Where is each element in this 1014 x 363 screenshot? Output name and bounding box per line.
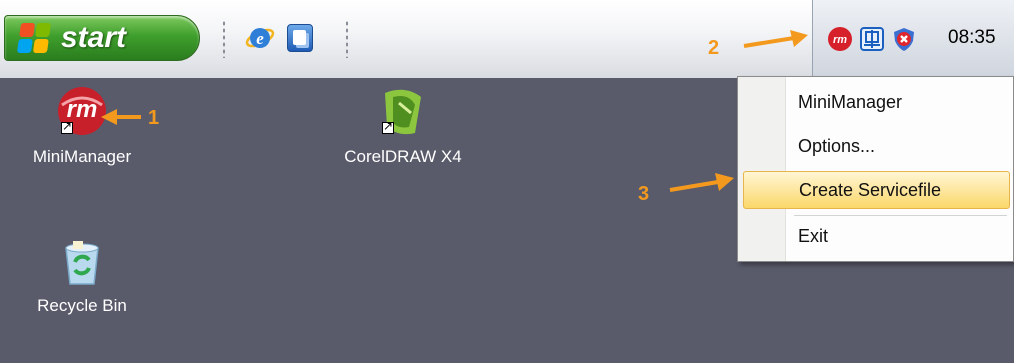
annotation-number-1: 1 [148, 107, 160, 129]
menu-separator [794, 215, 1007, 216]
shortcut-arrow-icon [61, 119, 73, 134]
svg-text:e: e [256, 29, 264, 48]
windows-logo-icon [16, 23, 52, 53]
desktop-icon-label: MiniManager [32, 147, 132, 166]
annotation-number-3: 3 [638, 183, 650, 205]
network-icon[interactable] [859, 26, 885, 52]
tray-context-menu: MiniManager Options... Create Servicefil… [737, 76, 1014, 262]
taskbar: start e 2 rm 08:35 [0, 0, 1014, 78]
shortcut-arrow-icon [382, 119, 394, 134]
annotation-arrow-2 [743, 30, 808, 48]
menu-item-minimanager[interactable]: MiniManager [738, 83, 1013, 121]
desktop-icon-label: Recycle Bin [37, 296, 127, 315]
annotation-arrow-3 [669, 173, 734, 192]
security-shield-icon[interactable] [891, 26, 917, 52]
desktop-icon-coreldraw[interactable]: CorelDRAW X4 [323, 83, 483, 167]
quick-launch-grip-end[interactable] [345, 20, 349, 58]
desktop-icon-label: CorelDRAW X4 [344, 147, 462, 166]
recycle-bin-icon [65, 241, 99, 285]
start-label: start [61, 21, 127, 54]
annotation-arrow-1 [101, 109, 141, 125]
start-button[interactable]: start [4, 15, 200, 61]
menu-item-create-servicefile[interactable]: Create Servicefile [743, 171, 1010, 209]
menu-item-options[interactable]: Options... [738, 127, 1013, 165]
desktop-icon-recycle-bin[interactable]: Recycle Bin [2, 238, 162, 316]
system-tray: rm 08:35 [812, 0, 1014, 78]
quick-launch-grip[interactable] [222, 20, 226, 58]
minimanager-rm-icon[interactable]: rm [827, 26, 853, 52]
internet-explorer-icon[interactable]: e [245, 23, 275, 53]
annotation-number-2: 2 [708, 37, 720, 59]
menu-item-exit[interactable]: Exit [738, 217, 1013, 255]
app-window-icon[interactable] [287, 24, 313, 52]
clock[interactable]: 08:35 [948, 27, 996, 49]
svg-text:rm: rm [833, 34, 847, 46]
